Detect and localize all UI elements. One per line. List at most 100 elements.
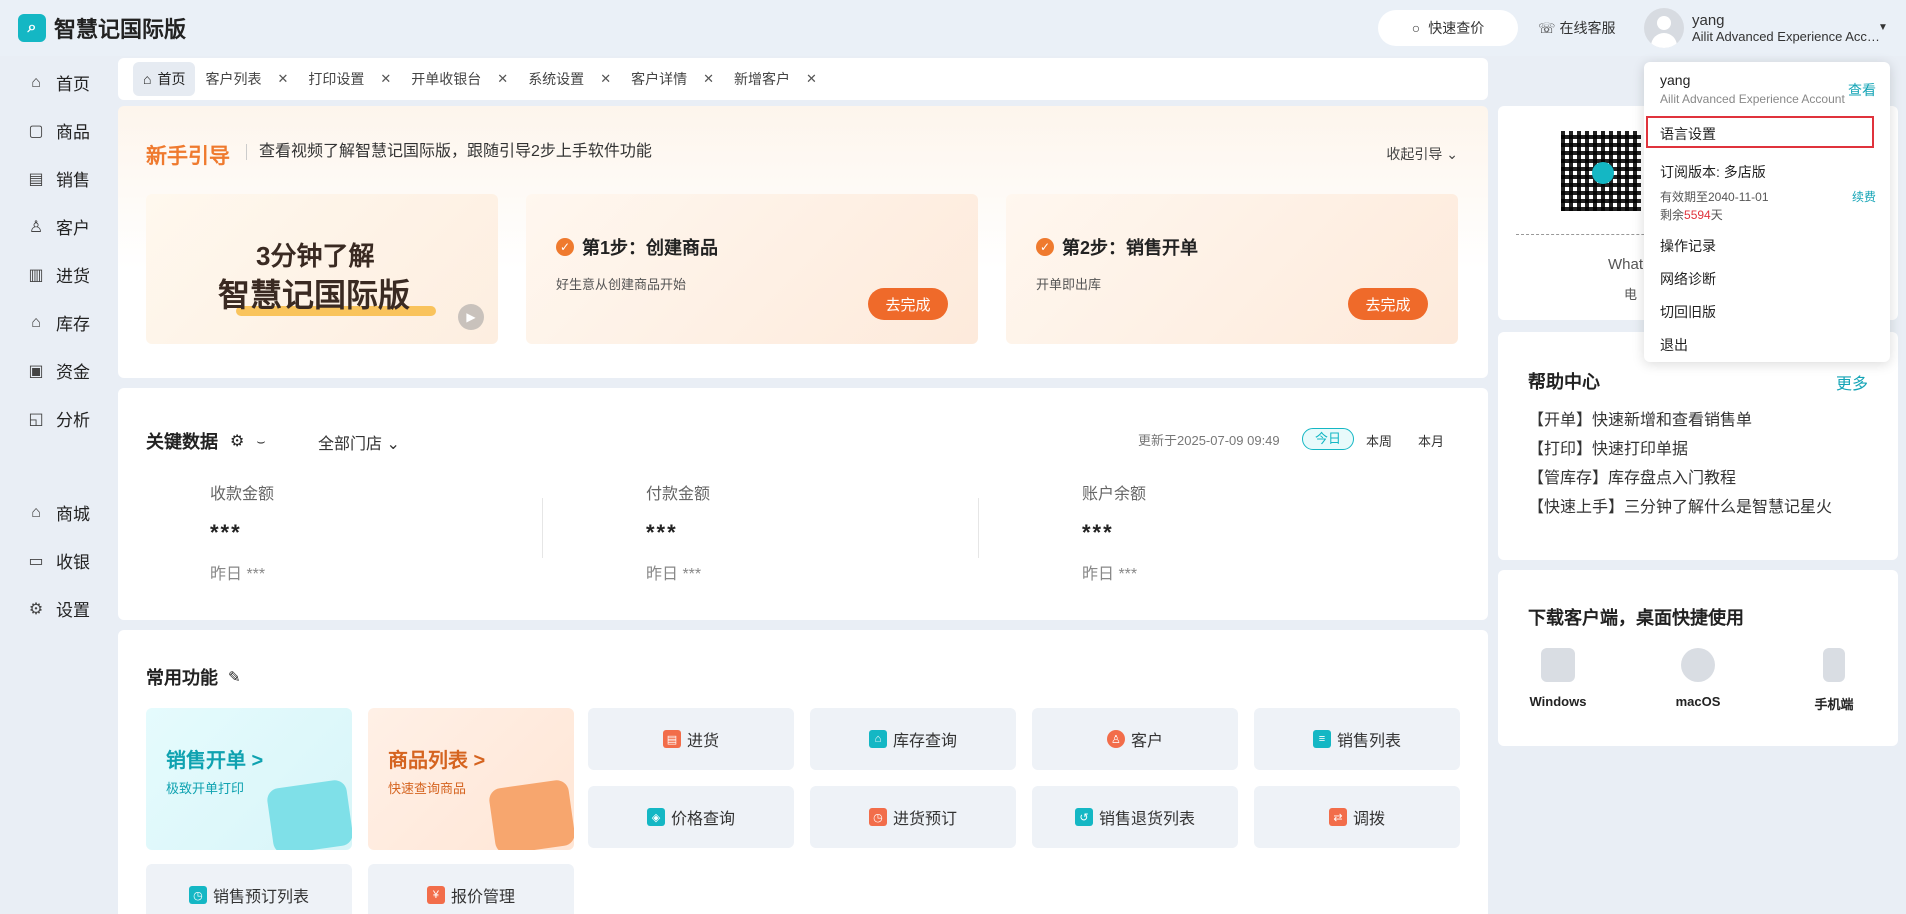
tab-home[interactable]: ⌂ 首页 [133, 62, 196, 96]
top-bar: ⌕ 智慧记国际版 ○ 快速查价 ☏ 在线客服 yang Ailit Advanc… [0, 0, 1906, 56]
caret-down-icon[interactable]: ▼ [1878, 22, 1888, 33]
function-purchase[interactable]: ▤ 进货 [588, 708, 794, 770]
tab-bar: ⌂ 首页 客户列表 ✕ 打印设置 ✕ 开单收银台 ✕ 系统设置 ✕ 客户详情 ✕ 新增客户 ✕ [133, 60, 827, 98]
online-service-button[interactable]: ☏ 在线客服 [1538, 18, 1616, 38]
user-dropdown-menu: yang Ailit Advanced Experience Account 查… [1644, 62, 1890, 362]
kpi-value: *** [210, 520, 242, 545]
store-selector[interactable]: 全部门店 ⌄ [318, 430, 400, 454]
transfer-icon: ⇄ [1328, 808, 1347, 826]
sidebar-item-analysis[interactable]: ◱ 分析 [26, 406, 90, 431]
function-purchase-order[interactable]: ◷ 进货预订 [810, 786, 1016, 848]
sidebar-item-sales[interactable]: ▤ 销售 [26, 166, 90, 191]
help-link[interactable]: 【快速上手】三分钟了解什么是智慧记星火 [1528, 493, 1832, 517]
sidebar-item-inventory[interactable]: ⌂ 库存 [26, 310, 90, 335]
function-customer[interactable]: ♙ 客户 [1032, 708, 1238, 770]
tile-label: 进货 [686, 733, 719, 750]
kpi-yesterday: 昨日 *** [1082, 566, 1138, 583]
close-icon[interactable]: ✕ [497, 71, 508, 87]
close-icon[interactable]: ✕ [806, 71, 817, 87]
menu-item-switch-old-version[interactable]: 切回旧版 [1660, 302, 1716, 322]
hide-eye-icon[interactable]: ⌣ [256, 433, 265, 450]
renew-link[interactable]: 续费 [1852, 188, 1876, 205]
sidebar-item-funds[interactable]: ▣ 资金 [26, 358, 90, 383]
mall-icon: ⌂ [31, 503, 41, 521]
sidebar-item-mall[interactable]: ⌂ 商城 [26, 500, 90, 525]
qr-caption: What [1608, 256, 1644, 273]
sidebar-item-cashier[interactable]: ▭ 收银 [26, 548, 90, 573]
return-doc-icon: ↺ [1074, 808, 1093, 826]
tab-customer-detail[interactable]: 客户详情 ✕ [621, 62, 724, 96]
function-price-query[interactable]: ◈ 价格查询 [588, 786, 794, 848]
help-title: 帮助中心 [1528, 372, 1600, 392]
tile-title: 商品列表 > [388, 750, 486, 772]
menu-item-operation-log[interactable]: 操作记录 [1660, 236, 1716, 256]
step1-desc: 好生意从创建商品开始 [556, 277, 687, 292]
step1-title: ✓ 第1步：创建商品 [556, 234, 718, 260]
function-transfer[interactable]: ⇄ 调拨 [1254, 786, 1460, 848]
collapse-guide-button[interactable]: 收起引导 ⌄ [1386, 144, 1458, 164]
tab-new-customer[interactable]: 新增客户 ✕ [724, 62, 827, 96]
sidebar-item-customer[interactable]: ♙ 客户 [26, 214, 90, 239]
home-icon: ⌂ [143, 71, 152, 87]
period-today[interactable]: 今日 [1302, 428, 1354, 450]
tab-system-settings[interactable]: 系统设置 ✕ [518, 62, 621, 96]
help-link[interactable]: 【开单】快速新增和查看销售单 [1528, 406, 1752, 430]
tab-label: 开单收银台 [411, 71, 482, 87]
qr-logo-icon [1592, 162, 1614, 184]
kpi-label: 收款金额 [210, 486, 275, 503]
step1-card: ✓ 第1步：创建商品 好生意从创建商品开始 去完成 [526, 194, 978, 344]
close-icon[interactable]: ✕ [380, 71, 391, 87]
period-week[interactable]: 本周 [1366, 431, 1392, 450]
tab-label: 客户详情 [631, 71, 688, 87]
tile-label: 进货预订 [892, 811, 957, 828]
tab-customer-list[interactable]: 客户列表 ✕ [195, 62, 298, 96]
sidebar: ⌂ 首页 ▢ 商品 ▤ 销售 ♙ 客户 ▥ 进货 ⌂ 库存 ▣ 资金 ◱ 分析 ⌂ 商城 ▭ 收银 … [0, 56, 110, 914]
function-sales-return-list[interactable]: ↺ 销售退货列表 [1032, 786, 1238, 848]
tab-label: 首页 [157, 71, 186, 87]
app-logo[interactable]: ⌕ 智慧记国际版 [18, 12, 186, 44]
help-more-link[interactable]: 更多 [1836, 370, 1868, 394]
search-icon [487, 778, 574, 850]
download-windows[interactable]: Windows [1518, 648, 1598, 709]
collapse-label: 收起引导 [1386, 146, 1443, 162]
download-macos[interactable]: macOS [1658, 648, 1738, 709]
close-icon[interactable]: ✕ [600, 71, 611, 87]
edit-icon[interactable]: ✎ [228, 668, 241, 686]
tab-checkout[interactable]: 开单收银台 ✕ [401, 62, 518, 96]
tab-label: 客户列表 [205, 71, 262, 87]
sidebar-item-settings[interactable]: ⚙ 设置 [26, 596, 90, 621]
step2-complete-button[interactable]: 去完成 [1348, 288, 1428, 320]
kpi-label: 付款金额 [646, 486, 711, 503]
logo-icon: ⌕ [18, 14, 46, 42]
download-card: 下载客户端，桌面快捷使用 Windows macOS 手机端 [1498, 570, 1898, 746]
sidebar-item-purchase[interactable]: ▥ 进货 [26, 262, 90, 287]
sales-order-tile[interactable]: 销售开单 > 极致开单打印 [146, 708, 352, 850]
settings-icon[interactable]: ⚙ [230, 431, 244, 451]
period-month[interactable]: 本月 [1418, 431, 1444, 450]
intro-video[interactable]: 3分钟了解 智慧记国际版 ▶ [146, 194, 498, 344]
step1-complete-button[interactable]: 去完成 [868, 288, 948, 320]
download-mobile[interactable]: 手机端 [1794, 648, 1874, 713]
close-icon[interactable]: ✕ [703, 71, 714, 87]
user-menu-trigger[interactable]: yang Ailit Advanced Experience Account [1644, 8, 1882, 48]
goods-list-tile[interactable]: 商品列表 > 快速查询商品 [368, 708, 574, 850]
sidebar-item-home[interactable]: ⌂ 首页 [26, 70, 90, 95]
view-account-link[interactable]: 查看 [1848, 80, 1876, 100]
menu-item-language-settings[interactable]: 语言设置 [1660, 124, 1716, 144]
function-quote-management[interactable]: ¥ 报价管理 [368, 864, 574, 914]
function-sales-list[interactable]: ≡ 销售列表 [1254, 708, 1460, 770]
help-link[interactable]: 【管库存】库存盘点入门教程 [1528, 464, 1736, 488]
help-link[interactable]: 【打印】快速打印单据 [1528, 435, 1688, 459]
function-inventory-query[interactable]: ⌂ 库存查询 [810, 708, 1016, 770]
update-time: 更新于2025-07-09 09:49 [1138, 433, 1280, 448]
tab-print-settings[interactable]: 打印设置 ✕ [298, 62, 401, 96]
sidebar-item-goods[interactable]: ▢ 商品 [26, 118, 90, 143]
quick-price-button[interactable]: ○ 快速查价 [1378, 10, 1518, 46]
sidebar-item-label: 进货 [56, 267, 90, 286]
menu-item-network-diagnosis[interactable]: 网络诊断 [1660, 269, 1716, 289]
function-sales-order-list[interactable]: ◷ 销售预订列表 [146, 864, 352, 914]
sidebar-item-label: 首页 [56, 75, 90, 94]
close-icon[interactable]: ✕ [277, 71, 288, 87]
play-icon[interactable]: ▶ [458, 304, 484, 330]
menu-item-logout[interactable]: 退出 [1660, 335, 1688, 355]
